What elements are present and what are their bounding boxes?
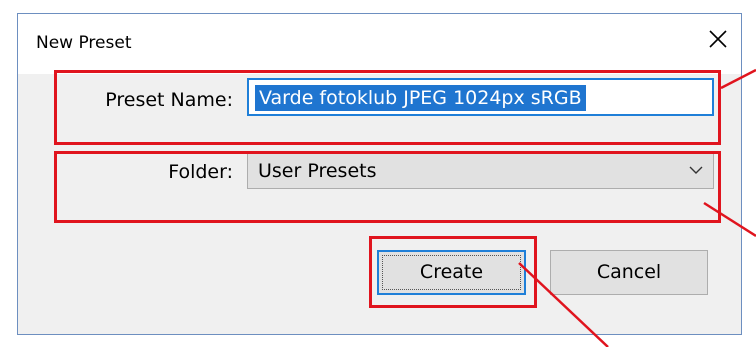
folder-label: Folder: — [168, 161, 233, 183]
preset-name-label: Preset Name: — [105, 89, 233, 111]
close-icon[interactable] — [707, 28, 729, 50]
create-button[interactable]: Create — [377, 250, 526, 295]
chevron-down-icon — [689, 166, 703, 174]
cancel-button-label: Cancel — [596, 261, 662, 283]
new-preset-dialog: New Preset Preset Name: Varde fotoklub J… — [17, 13, 742, 335]
dialog-titlebar: New Preset — [18, 14, 741, 74]
screenshot-stage: New Preset Preset Name: Varde fotoklub J… — [0, 0, 756, 347]
preset-name-value: Varde fotoklub JPEG 1024px sRGB — [255, 85, 586, 111]
dialog-title: New Preset — [36, 33, 132, 53]
folder-selected-value: User Presets — [258, 160, 377, 182]
cancel-button[interactable]: Cancel — [550, 250, 708, 295]
preset-name-input[interactable]: Varde fotoklub JPEG 1024px sRGB — [247, 78, 714, 116]
create-button-label: Create — [419, 261, 484, 283]
folder-dropdown[interactable]: User Presets — [247, 151, 714, 189]
